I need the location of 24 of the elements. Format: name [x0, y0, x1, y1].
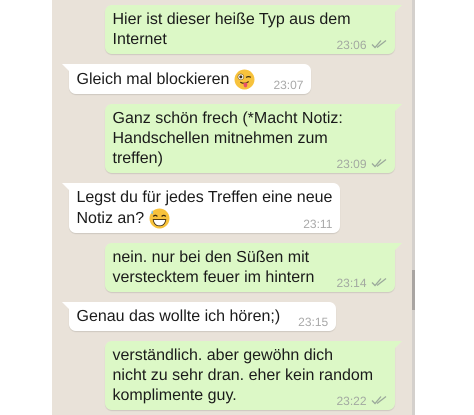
- message-time: 23:11: [303, 217, 332, 231]
- message-line: nein. nur bei den Süßen mit: [112, 248, 310, 268]
- message-line: treffen): [112, 149, 163, 169]
- message-line: Notiz an?: [76, 209, 144, 229]
- message-time: 23:14: [336, 276, 366, 290]
- laughing-face-icon: [149, 208, 170, 229]
- message-time: 23:06: [336, 38, 366, 52]
- message-line: Hier ist dieser heiße Typ aus dem: [112, 10, 352, 30]
- message-line: komplimente guy.: [112, 386, 237, 406]
- message-line: Gleich mal blockieren: [76, 70, 230, 90]
- message-time: 23:15: [298, 315, 328, 329]
- message-time: 23:22: [336, 394, 366, 408]
- message-time: 23:07: [273, 78, 304, 92]
- winking-face-icon: [234, 69, 256, 90]
- message-line: verstecktem feuer im hintern: [112, 268, 314, 288]
- scrollbar[interactable]: [412, 270, 414, 310]
- message-line: Internet: [112, 30, 167, 50]
- message-line: Handschellen mitnehmen zum: [112, 129, 329, 149]
- message-line: Ganz schön frech (*Macht Notiz:: [112, 109, 344, 129]
- message-line: Legst du für jedes Treffen eine neue: [76, 188, 332, 208]
- message-line: nicht zu sehr dran. eher kein random: [112, 366, 374, 386]
- message-line: Genau das wollte ich hören;): [76, 307, 280, 327]
- message-time: 23:09: [336, 157, 366, 171]
- message-line: verständlich. aber gewöhn dich: [112, 346, 334, 366]
